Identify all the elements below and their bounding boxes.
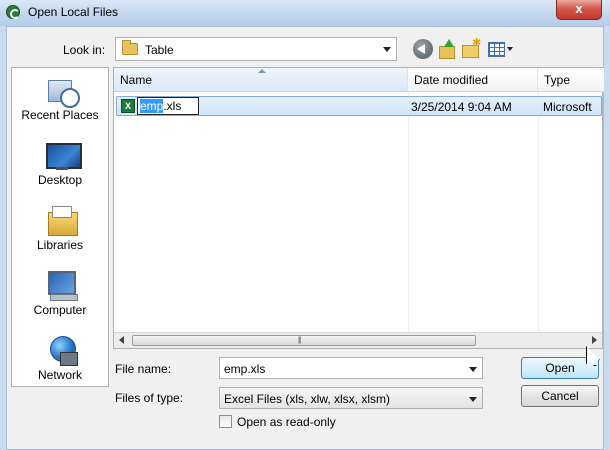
open-file-dialog: Look in: Table Recent Places Desktop Lib…: [6, 26, 604, 450]
new-folder-icon[interactable]: [461, 36, 481, 59]
folder-icon: [122, 40, 138, 55]
rename-selection: emp: [140, 99, 164, 113]
rename-suffix: .xls: [163, 99, 182, 113]
file-name-value: emp.xls: [224, 362, 266, 376]
app-icon: [6, 5, 20, 19]
file-name-input[interactable]: emp.xls: [219, 357, 483, 379]
libraries-icon: [46, 204, 78, 236]
window-title: Open Local Files: [28, 5, 119, 19]
views-menu-icon[interactable]: [487, 39, 515, 59]
file-type: Microsoft: [543, 100, 592, 114]
desktop-icon: [46, 139, 82, 171]
column-header-date-modified[interactable]: Date modified: [408, 68, 538, 92]
excel-file-icon: X: [121, 99, 135, 113]
back-icon[interactable]: [413, 39, 433, 59]
places-bar: Recent Places Desktop Libraries Computer…: [11, 67, 109, 387]
computer-icon: [46, 269, 78, 301]
grip-icon: |||: [298, 337, 302, 344]
column-divider: [538, 92, 539, 332]
look-in-label: Look in:: [63, 43, 106, 57]
scroll-right-icon[interactable]: [592, 336, 597, 344]
close-button[interactable]: x: [556, 0, 602, 20]
column-divider: [408, 92, 409, 332]
scrollbar-thumb[interactable]: |||: [132, 335, 476, 346]
place-label: Network: [37, 368, 82, 382]
column-header-label: Name: [120, 73, 153, 87]
place-label: Computer: [33, 303, 87, 317]
column-header-type[interactable]: Type: [538, 68, 604, 92]
read-only-checkbox[interactable]: [219, 415, 232, 428]
place-label: Desktop: [37, 173, 83, 187]
place-label: Recent Places: [21, 108, 99, 122]
look-in-dropdown[interactable]: Table: [115, 37, 397, 61]
file-list[interactable]: Name Date modified Type X emp.xls 3/25/2…: [113, 67, 604, 349]
file-type-label: Files of type:: [115, 391, 184, 405]
place-computer[interactable]: Computer: [12, 265, 108, 329]
file-type-value: Excel Files (xls, xlw, xlsx, xlsm): [224, 392, 391, 406]
cancel-button[interactable]: Cancel: [521, 385, 599, 407]
file-row[interactable]: X emp.xls 3/25/2014 9:04 AM Microsoft: [116, 96, 602, 116]
chevron-down-icon[interactable]: [469, 397, 477, 402]
rename-input[interactable]: emp.xls: [137, 97, 199, 115]
recent-places-icon: [46, 74, 80, 108]
place-desktop[interactable]: Desktop: [12, 135, 108, 199]
read-only-label: Open as read-only: [237, 415, 336, 429]
sort-ascending-icon: [258, 69, 266, 73]
place-libraries[interactable]: Libraries: [12, 200, 108, 264]
file-type-dropdown[interactable]: Excel Files (xls, xlw, xlsx, xlsm): [219, 387, 483, 409]
chevron-down-icon[interactable]: [383, 47, 391, 52]
column-header-name[interactable]: Name: [114, 68, 408, 92]
horizontal-scrollbar[interactable]: |||: [114, 332, 602, 348]
file-date: 3/25/2014 9:04 AM: [411, 100, 512, 114]
up-folder-icon[interactable]: [437, 39, 457, 59]
look-in-value: Table: [145, 43, 174, 57]
place-recent-places[interactable]: Recent Places: [12, 70, 108, 134]
column-header-label: Type: [544, 73, 571, 87]
place-network[interactable]: Network: [12, 330, 108, 394]
scroll-left-icon[interactable]: [119, 336, 124, 344]
title-bar: Open Local Files x: [0, 0, 610, 26]
network-icon: [46, 334, 78, 366]
column-header-label: Date modified: [414, 73, 489, 87]
chevron-down-icon[interactable]: [469, 367, 477, 372]
file-name-label: File name:: [115, 362, 172, 376]
place-label: Libraries: [36, 238, 84, 252]
